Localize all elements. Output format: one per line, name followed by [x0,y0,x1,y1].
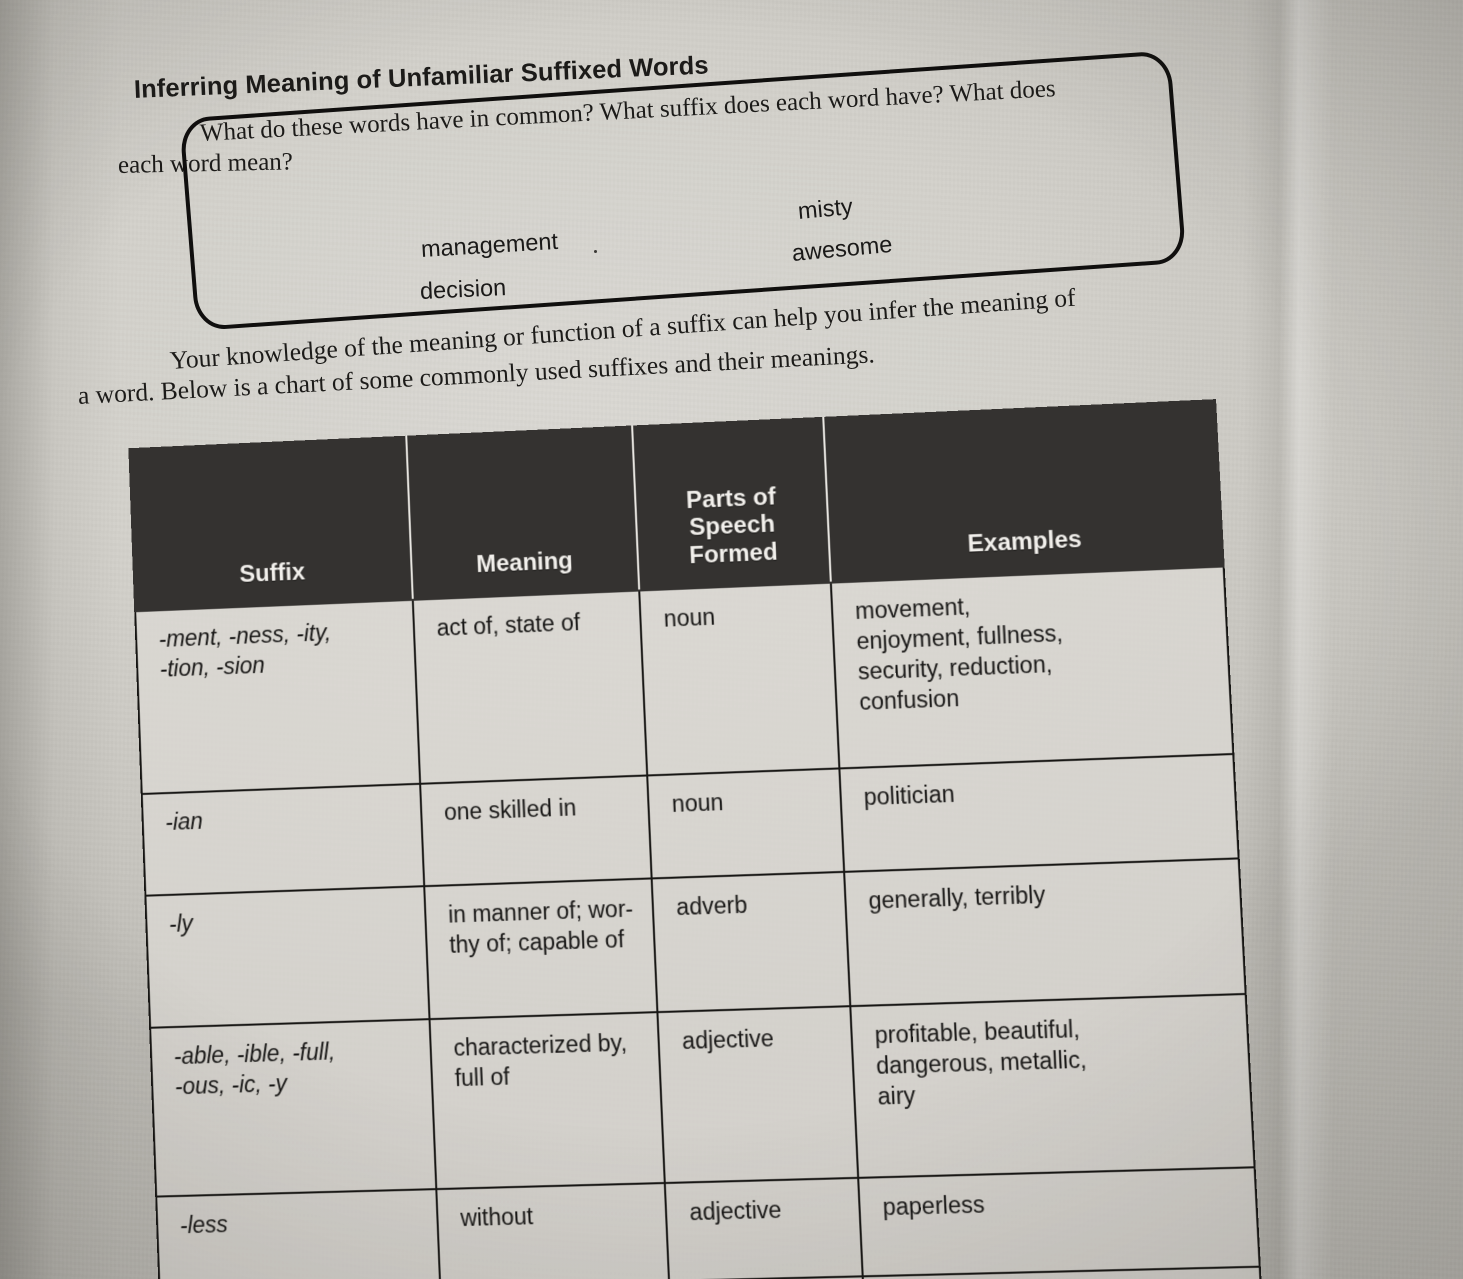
cell-examples: movement, enjoyment, fullness, security,… [830,566,1234,769]
example-line-1: paperless [882,1190,986,1221]
cell-examples: profitable, beautiful, dangerous, metall… [850,993,1255,1178]
example-line-1: profitable, beautiful, [874,1015,1081,1049]
meaning-line-2: full of [454,1063,511,1092]
pos-value: noun [663,603,716,632]
cell-examples: paperless [857,1167,1260,1277]
cell-meaning: in manner of; wor- thy of; capable of [424,878,658,1020]
example-line-1: movement, [854,593,971,625]
pos-value: adjective [689,1196,783,1226]
cell-meaning: characterized by, full of [429,1012,666,1190]
suffix-line-1: -ian [164,807,204,836]
cell-suffix: -ment, -ness, -ity, -tion, -sion [135,599,421,794]
table-row: -able, -ible, -full, -ous, -ic, -y chara… [150,993,1255,1197]
suffix-line-1: -less [179,1210,229,1239]
pos-header-line-1: Parts of [685,483,777,515]
cell-suffix: -ly [145,886,430,1028]
example-line-3: security, reduction, [857,650,1053,685]
cell-suffix: -able, -ible, -full, -ous, -ic, -y [150,1019,437,1197]
example-line-4: confusion [858,684,960,715]
column-header-parts-of-speech-formed: Parts of Speech Formed [632,417,831,591]
column-header-examples: Examples [823,400,1224,583]
meaning-line-2: thy of; capable of [448,925,625,958]
cell-suffix: -less [156,1189,441,1279]
meaning-line-1: without [459,1202,534,1232]
cell-part-of-speech: noun [647,768,844,879]
cell-part-of-speech: noun [639,582,840,776]
pos-value: noun [671,788,724,818]
cell-part-of-speech: adjective [657,1006,858,1184]
pos-header-line-2: Speech [688,510,776,542]
cell-examples: generally, terribly [843,858,1246,1007]
example-line-2: dangerous, metallic, [875,1046,1088,1079]
pos-value: adverb [675,891,748,921]
page-curl-shadow-left [0,0,120,1279]
cell-meaning: without [436,1183,670,1279]
cell-part-of-speech: adjective [665,1177,863,1279]
photographed-worksheet-page: Inferring Meaning of Unfamiliar Suffixed… [0,0,1463,1279]
meaning-line-1: in manner of; wor- [447,895,634,928]
page-crease-right [1243,0,1333,1279]
cell-suffix: -ian [141,783,425,896]
suffix-line-1: -ly [168,910,194,937]
meaning-line-1: characterized by, [452,1029,628,1061]
stray-ink-dot [594,250,597,253]
suffix-line-2: -ous, -ic, -y [174,1069,288,1100]
cell-meaning: one skilled in [420,775,652,887]
column-header-suffix: Suffix [129,436,413,612]
pos-value: adjective [681,1024,775,1055]
example-line-2: enjoyment, fullness, [855,619,1064,655]
word-decision: decision [419,274,507,304]
meaning-line-1: one skilled in [443,794,577,826]
example-line-3: airy [876,1081,916,1110]
example-line-1: generally, terribly [867,881,1046,914]
suffix-line-2: -tion, -sion [159,651,266,682]
suffix-table: Suffix Meaning Parts of Speech Formed Ex… [128,399,1269,1279]
meaning-line-1: act of, state of [436,609,581,641]
suffix-chart: Suffix Meaning Parts of Speech Formed Ex… [128,399,1269,1279]
pos-header-line-3: Formed [688,538,779,569]
cell-examples: politician [839,754,1239,872]
word-misty: misty [796,193,854,224]
example-line-1: politician [863,780,956,811]
suffix-line-1: -ment, -ness, -ity, [158,619,332,652]
cell-part-of-speech: adverb [651,871,851,1013]
suffix-line-1: -able, -ible, -full, [173,1038,336,1070]
column-header-meaning: Meaning [406,426,640,600]
cell-meaning: act of, state of [412,590,648,784]
